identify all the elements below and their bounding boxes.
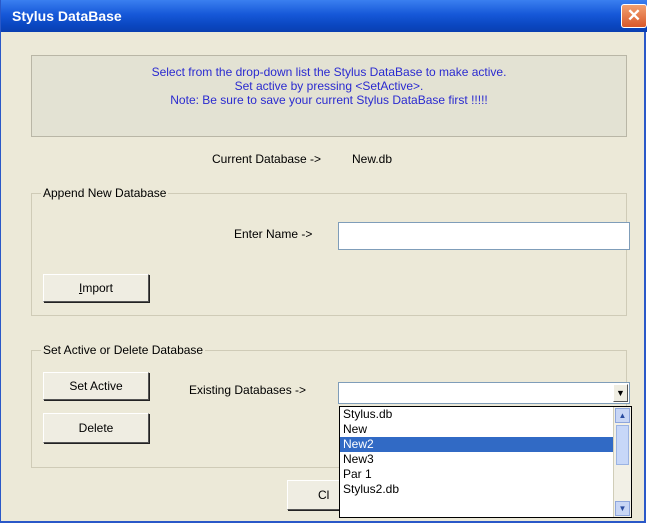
- dropdown-option[interactable]: Stylus2.db: [340, 482, 631, 497]
- dropdown-option[interactable]: New: [340, 422, 631, 437]
- info-line-1: Select from the drop-down list the Stylu…: [151, 65, 507, 79]
- title-bar[interactable]: Stylus DataBase ✕: [1, 0, 647, 32]
- close-button-label: Cl: [318, 488, 330, 502]
- dropdown-scrollbar[interactable]: ▲ ▼: [613, 407, 631, 517]
- dropdown-items: Stylus.db New New2 New3 Par 1 Stylus2.db: [340, 407, 631, 497]
- dropdown-option[interactable]: Stylus.db: [340, 407, 631, 422]
- enter-name-label: Enter Name ->: [234, 227, 313, 241]
- dropdown-option[interactable]: New3: [340, 452, 631, 467]
- import-button[interactable]: Import: [43, 274, 149, 302]
- scroll-down-icon[interactable]: ▼: [615, 501, 630, 516]
- current-database-value: New.db: [352, 152, 393, 166]
- database-name-input[interactable]: [338, 222, 630, 250]
- set-active-button-label: Set Active: [69, 379, 123, 393]
- current-database: Current Database -> New.db: [212, 152, 392, 166]
- set-active-button[interactable]: Set Active: [43, 372, 149, 400]
- info-line-2: Set active by pressing <SetActive>.: [234, 79, 424, 93]
- databases-dropdown-list[interactable]: Stylus.db New New2 New3 Par 1 Stylus2.db ▲ ▼: [339, 406, 632, 518]
- scroll-thumb[interactable]: [616, 425, 629, 465]
- close-icon: ✕: [626, 6, 642, 25]
- set-active-legend: Set Active or Delete Database: [41, 343, 206, 357]
- import-button-label: mport: [82, 281, 114, 295]
- chevron-down-icon[interactable]: ▼: [613, 384, 628, 402]
- close-window-button[interactable]: ✕: [621, 4, 647, 28]
- info-line-3: Note: Be sure to save your current Stylu…: [170, 93, 488, 107]
- delete-button-label: Delete: [78, 421, 114, 435]
- stylus-database-dialog: Stylus DataBase ✕ Select from the drop-d…: [0, 0, 647, 523]
- existing-databases-dropdown[interactable]: ▼: [338, 382, 630, 404]
- scroll-up-icon[interactable]: ▲: [615, 408, 630, 423]
- window-title: Stylus DataBase: [12, 8, 122, 24]
- delete-button[interactable]: Delete: [43, 413, 149, 443]
- current-database-label: Current Database ->: [212, 152, 322, 166]
- info-panel: Select from the drop-down list the Stylu…: [31, 55, 627, 137]
- append-database-legend: Append New Database: [41, 186, 169, 200]
- dropdown-option[interactable]: Par 1: [340, 467, 631, 482]
- dropdown-option[interactable]: New2: [340, 437, 631, 452]
- existing-databases-label: Existing Databases ->: [189, 383, 307, 397]
